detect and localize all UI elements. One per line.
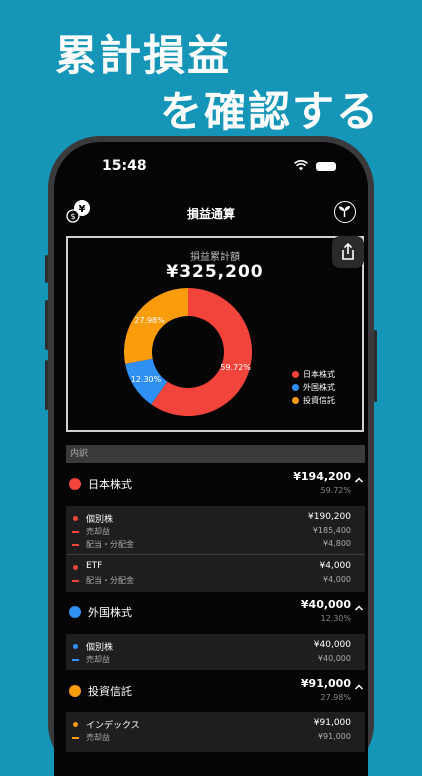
phone-frame: 15:48 ¥ $ 損益通算 損益累計額 ¥325,200 59.72% 12.… — [48, 136, 374, 776]
detail-dash — [72, 659, 79, 661]
item-name: インデックス — [86, 721, 140, 731]
legend-dot — [292, 371, 299, 378]
legend-item-fund: 投資信託 — [292, 394, 335, 407]
legend-label: 日本株式 — [303, 370, 335, 379]
category-name: 投資信託 — [88, 685, 132, 698]
detail-dash — [72, 544, 79, 546]
detail-value: ¥4,000 — [323, 575, 351, 584]
item-value: ¥4,000 — [319, 561, 352, 571]
category-row-fund[interactable]: 投資信託 ¥91,000 27.98% — [66, 671, 365, 711]
category-value: ¥40,000 — [300, 598, 351, 611]
detail-value: ¥91,000 — [317, 732, 351, 741]
chart-card: 損益累計額 ¥325,200 59.72% 12.30% 27.98% 日本株式 外… — [66, 236, 364, 432]
item-dot — [73, 722, 78, 727]
legend-item-foreign: 外国株式 — [292, 381, 335, 394]
nav-title: 損益通算 — [186, 207, 235, 221]
item-name: 個別株 — [86, 643, 114, 653]
legend-item-japan: 日本株式 — [292, 368, 335, 381]
app-screen: 15:48 ¥ $ 損益通算 損益累計額 ¥325,200 59.72% 12.… — [54, 142, 368, 776]
wifi-icon — [294, 160, 308, 171]
item-name: 個別株 — [86, 515, 114, 525]
item-name: ETF — [86, 561, 103, 571]
breakdown-header: 内訳 — [66, 445, 365, 463]
item-value: ¥91,000 — [313, 718, 351, 728]
donut-chart: 59.72% 12.30% 27.98% — [124, 288, 252, 416]
sprout-icon[interactable] — [334, 201, 356, 223]
category-percent: 27.98% — [320, 693, 351, 702]
item-dot — [73, 644, 78, 649]
list-item[interactable]: インデックス ¥91,000 売却益 ¥91,000 — [66, 718, 365, 748]
slice-fund — [124, 288, 188, 364]
category-row-japan[interactable]: 日本株式 ¥194,200 59.72% — [66, 464, 365, 504]
headline-line1: 累計損益 — [55, 31, 232, 80]
list-item[interactable]: 個別株 ¥40,000 売却益 ¥40,000 — [66, 640, 365, 670]
detail-name: 売却益 — [86, 655, 110, 664]
slice-label: 27.98% — [134, 316, 165, 325]
item-dot — [73, 565, 78, 570]
status-time: 15:48 — [102, 158, 147, 174]
category-dot — [69, 606, 81, 618]
category-row-foreign[interactable]: 外国株式 ¥40,000 12.30% — [66, 592, 365, 632]
category-name: 日本株式 — [88, 478, 132, 491]
detail-dash — [72, 531, 79, 533]
detail-value: ¥185,400 — [312, 526, 351, 535]
list-item[interactable]: 個別株 ¥190,200 売却益 ¥185,400 配当・分配金 ¥4,800 — [66, 512, 365, 560]
status-bar: 15:48 — [54, 156, 368, 176]
subgroup-foreign: 個別株 ¥40,000 売却益 ¥40,000 — [66, 634, 365, 670]
list-item[interactable]: ETF ¥4,000 配当・分配金 ¥4,000 — [66, 561, 365, 591]
battery-icon — [316, 162, 336, 171]
chart-title: 損益累計額 — [190, 252, 240, 263]
legend-dot — [292, 384, 299, 391]
category-name: 外国株式 — [88, 606, 132, 619]
item-dot — [73, 516, 78, 521]
category-dot — [69, 685, 81, 697]
category-dot — [69, 478, 81, 490]
detail-name: 売却益 — [86, 527, 110, 536]
detail-name: 売却益 — [86, 733, 110, 742]
headline-line2: を確認する — [160, 87, 381, 136]
slice-label: 12.30% — [131, 375, 162, 384]
detail-name: 配当・分配金 — [86, 540, 134, 549]
category-percent: 12.30% — [320, 614, 351, 623]
chart-legend: 日本株式 外国株式 投資信託 — [292, 368, 335, 407]
detail-name: 配当・分配金 — [86, 576, 134, 585]
chevron-up-icon[interactable] — [353, 681, 365, 693]
category-percent: 59.72% — [320, 486, 351, 495]
legend-dot — [292, 397, 299, 404]
total-value: ¥325,200 — [166, 262, 264, 282]
category-value: ¥194,200 — [293, 470, 351, 483]
chevron-up-icon[interactable] — [353, 474, 365, 486]
detail-value: ¥40,000 — [317, 654, 351, 663]
slice-label: 59.72% — [220, 363, 251, 372]
subgroup-japan: 個別株 ¥190,200 売却益 ¥185,400 配当・分配金 ¥4,800 … — [66, 506, 365, 592]
detail-dash — [72, 737, 79, 739]
item-value: ¥190,200 — [308, 512, 351, 522]
phone-power-button — [374, 330, 377, 402]
chevron-up-icon[interactable] — [353, 602, 365, 614]
detail-value: ¥4,800 — [323, 539, 351, 548]
detail-dash — [72, 580, 79, 582]
item-value: ¥40,000 — [313, 640, 351, 650]
legend-label: 投資信託 — [303, 396, 335, 405]
subgroup-fund: インデックス ¥91,000 売却益 ¥91,000 — [66, 712, 365, 752]
legend-label: 外国株式 — [303, 383, 335, 392]
divider — [66, 554, 365, 555]
category-value: ¥91,000 — [300, 677, 351, 690]
